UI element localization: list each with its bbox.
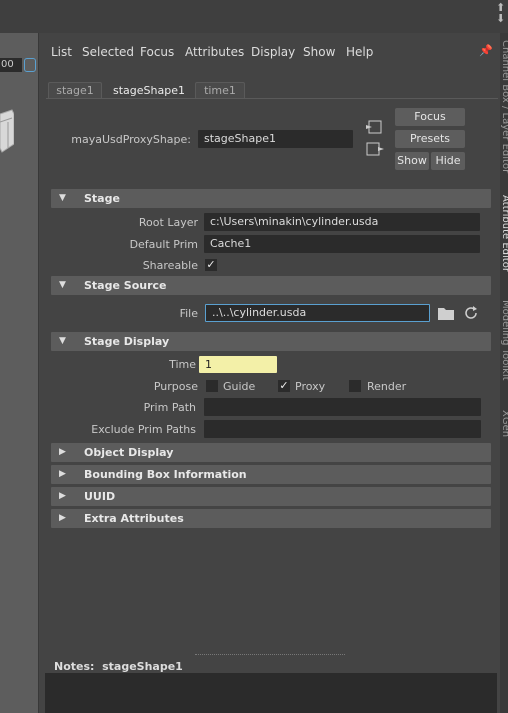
node-type-label: mayaUsdProxyShape: bbox=[71, 133, 191, 146]
file-label: File bbox=[179, 307, 198, 320]
tab-time1[interactable]: time1 bbox=[195, 82, 245, 99]
node-name-field[interactable]: stageShape1 bbox=[198, 130, 353, 148]
collapse-triangle-icon: ▼ bbox=[59, 336, 66, 346]
menu-help[interactable]: Help bbox=[346, 45, 373, 59]
presets-button[interactable]: Presets bbox=[395, 130, 465, 148]
side-tab-modeling-toolkit[interactable]: Modeling Toolkit bbox=[500, 300, 508, 400]
top-toolbar-strip bbox=[0, 0, 508, 34]
menu-focus[interactable]: Focus bbox=[140, 45, 174, 59]
section-uuid[interactable]: ▶ UUID bbox=[51, 487, 491, 506]
scroll-arrows-icon[interactable]: ⬆ ⬇ bbox=[496, 2, 508, 24]
cube-icon bbox=[0, 109, 14, 153]
default-prim-label: Default Prim bbox=[129, 238, 198, 251]
collapse-triangle-icon: ▼ bbox=[59, 280, 66, 290]
expand-triangle-icon: ▶ bbox=[59, 491, 66, 501]
notes-label: Notes: stageShape1 bbox=[54, 660, 183, 673]
side-tab-xgen[interactable]: XGen bbox=[500, 410, 508, 450]
prim-path-label: Prim Path bbox=[143, 401, 196, 414]
pin-icon[interactable]: 📌 bbox=[479, 44, 493, 58]
prim-path-field[interactable] bbox=[204, 398, 481, 416]
section-stage[interactable]: ▼ Stage bbox=[51, 189, 491, 208]
output-connection-icon[interactable] bbox=[366, 141, 384, 157]
folder-icon[interactable] bbox=[437, 305, 455, 321]
reload-icon[interactable] bbox=[463, 305, 479, 321]
purpose-proxy-label: Proxy bbox=[295, 380, 326, 393]
section-stage-source[interactable]: ▼ Stage Source bbox=[51, 276, 491, 295]
purpose-render-label: Render bbox=[367, 380, 407, 393]
purpose-render-checkbox[interactable] bbox=[349, 380, 361, 392]
section-bounding-box-information[interactable]: ▶ Bounding Box Information bbox=[51, 465, 491, 484]
collapse-triangle-icon: ▼ bbox=[59, 193, 66, 203]
side-tab-channel-box[interactable]: Channel Box / Layer Editor bbox=[500, 40, 508, 180]
root-layer-field[interactable]: c:\Users\minakin\cylinder.usda bbox=[204, 213, 480, 231]
hide-button[interactable]: Hide bbox=[431, 152, 465, 170]
notes-resize-handle[interactable] bbox=[195, 654, 345, 657]
purpose-guide-label: Guide bbox=[223, 380, 256, 393]
focus-button[interactable]: Focus bbox=[395, 108, 465, 126]
menu-list[interactable]: List bbox=[51, 45, 72, 59]
time-field[interactable]: 1 bbox=[199, 356, 277, 373]
input-connection-icon[interactable] bbox=[366, 119, 384, 135]
root-layer-label: Root Layer bbox=[138, 216, 198, 229]
viewport-value-field[interactable]: 00 bbox=[0, 58, 22, 72]
exclude-prim-paths-field[interactable] bbox=[204, 420, 481, 438]
purpose-label: Purpose bbox=[153, 380, 198, 393]
section-extra-attributes[interactable]: ▶ Extra Attributes bbox=[51, 509, 491, 528]
menu-show[interactable]: Show bbox=[303, 45, 335, 59]
expand-triangle-icon: ▶ bbox=[59, 447, 66, 457]
menu-selected[interactable]: Selected bbox=[82, 45, 134, 59]
notes-node-name: stageShape1 bbox=[102, 660, 183, 673]
shareable-checkbox[interactable]: ✓ bbox=[205, 259, 217, 271]
menu-attributes[interactable]: Attributes bbox=[185, 45, 244, 59]
shareable-label: Shareable bbox=[142, 259, 198, 272]
section-stage-display[interactable]: ▼ Stage Display bbox=[51, 332, 491, 351]
time-label: Time bbox=[169, 358, 196, 371]
section-object-display[interactable]: ▶ Object Display bbox=[51, 443, 491, 462]
file-path-input[interactable]: ..\..\cylinder.usda bbox=[205, 304, 430, 322]
tab-stageshape1[interactable]: stageShape1 bbox=[103, 82, 195, 99]
show-button[interactable]: Show bbox=[395, 152, 429, 170]
tab-stage1[interactable]: stage1 bbox=[48, 82, 102, 99]
purpose-proxy-checkbox[interactable]: ✓ bbox=[278, 380, 290, 392]
side-tab-attribute-editor[interactable]: Attribute Editor bbox=[500, 195, 508, 285]
expand-triangle-icon: ▶ bbox=[59, 513, 66, 523]
notes-textarea[interactable] bbox=[45, 673, 497, 713]
expand-triangle-icon: ▶ bbox=[59, 469, 66, 479]
exclude-prim-paths-label: Exclude Prim Paths bbox=[91, 423, 196, 436]
menu-display[interactable]: Display bbox=[251, 45, 295, 59]
viewport-toggle-icon[interactable] bbox=[24, 58, 36, 72]
default-prim-field[interactable]: Cache1 bbox=[204, 235, 480, 253]
purpose-guide-checkbox[interactable] bbox=[206, 380, 218, 392]
tab-divider bbox=[46, 98, 498, 99]
